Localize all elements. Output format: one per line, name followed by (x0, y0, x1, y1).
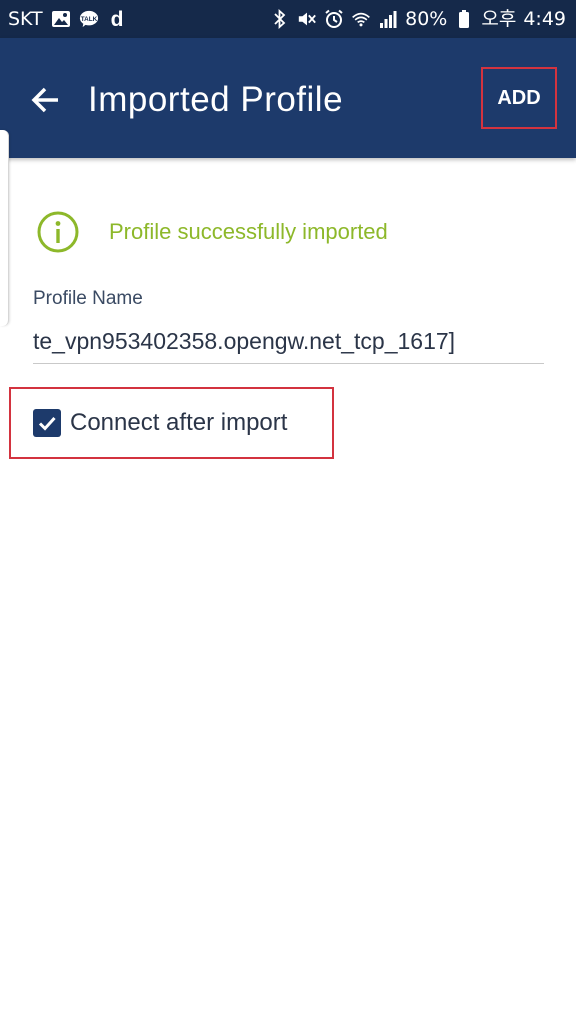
drawer-edge-handle[interactable] (0, 130, 9, 326)
back-arrow-icon (31, 87, 58, 113)
mute-icon (297, 9, 317, 29)
app-bar: Imported Profile ADD (0, 38, 576, 158)
wifi-icon (351, 9, 371, 29)
checkmark-icon (38, 416, 56, 431)
connect-after-import-option[interactable]: Connect after import (9, 387, 334, 459)
signal-icon (378, 9, 398, 29)
import-success-message: Profile successfully imported (36, 210, 388, 254)
profile-name-label: Profile Name (33, 288, 143, 309)
time: 4:49 (523, 7, 566, 30)
bluetooth-icon (270, 9, 290, 29)
status-right: 80% 오후 4:49 (270, 9, 566, 29)
carrier-label: SKT (8, 7, 43, 30)
battery-percent: 80% (405, 7, 448, 30)
info-icon (37, 211, 79, 253)
page-title: Imported Profile (88, 80, 344, 119)
info-message-text: Profile successfully imported (109, 219, 388, 244)
connect-after-import-label: Connect after import (70, 409, 288, 436)
d-app-letter: d (110, 9, 123, 29)
back-button[interactable] (26, 80, 66, 120)
profile-name-input[interactable] (33, 320, 544, 364)
kakaotalk-badge-text: TALK (80, 16, 97, 23)
d-app-icon: d (107, 9, 127, 29)
gallery-icon (51, 9, 71, 29)
status-bar: SKT TALK d 80% 오후 4:49 (0, 0, 576, 38)
alarm-icon (324, 9, 344, 29)
battery-icon (454, 9, 474, 29)
connect-after-import-checkbox[interactable] (33, 409, 61, 437)
add-button[interactable]: ADD (481, 67, 557, 129)
status-left: SKT TALK d (8, 9, 127, 29)
screen: SKT TALK d 80% 오후 4:49 Imported Profile … (0, 0, 576, 1024)
kakaotalk-icon: TALK (79, 9, 99, 29)
time-ampm: 오후 (481, 7, 517, 30)
